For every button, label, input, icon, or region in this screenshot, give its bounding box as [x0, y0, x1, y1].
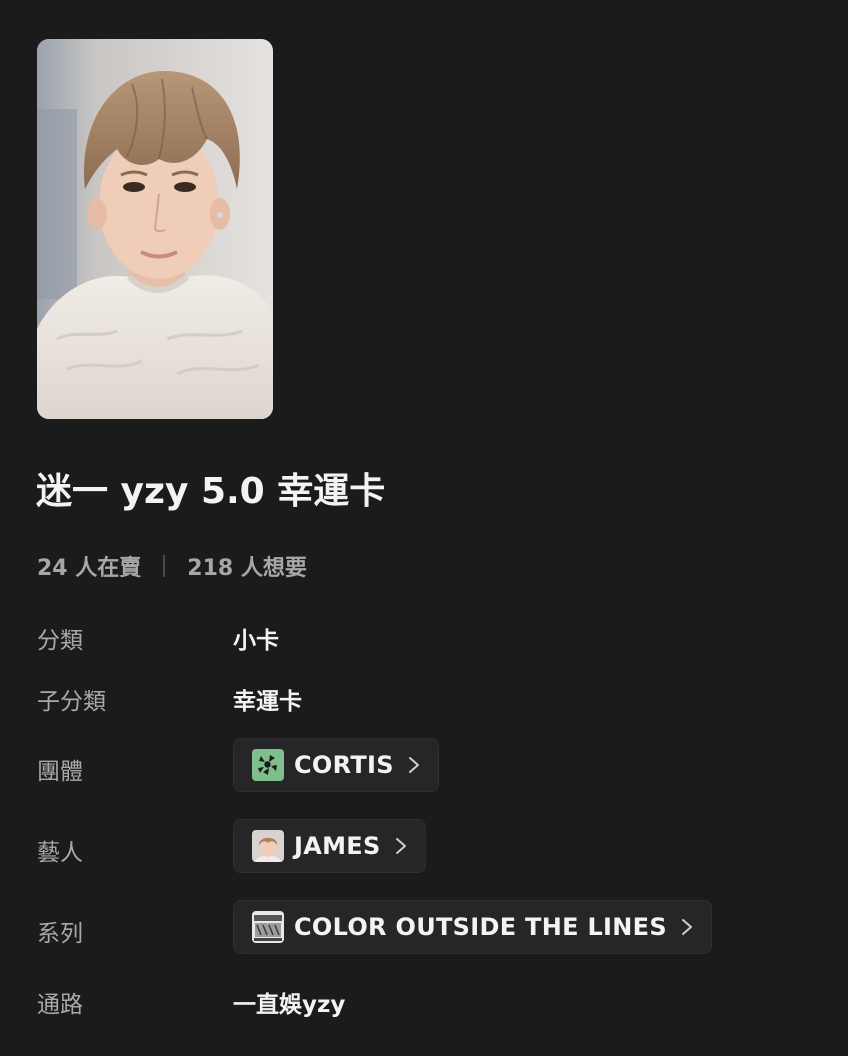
- chevron-right-icon: [679, 917, 695, 937]
- subcategory-value: 幸運卡: [233, 689, 302, 715]
- item-title: 迷一 yzy 5.0 幸運卡: [36, 471, 386, 512]
- artist-avatar: [252, 830, 284, 862]
- stats-divider: [163, 555, 166, 577]
- group-label: 團體: [37, 759, 83, 785]
- artist-label: 藝人: [37, 840, 83, 866]
- series-chip[interactable]: COLOR OUTSIDE THE LINES: [233, 900, 712, 954]
- subcategory-label: 子分類: [37, 689, 106, 715]
- series-label: 系列: [37, 921, 83, 947]
- selling-count: 24 人在賣: [37, 556, 142, 581]
- channel-label: 通路: [37, 992, 83, 1018]
- channel-value: 一直娛yzy: [233, 992, 346, 1018]
- group-logo-icon: [252, 749, 284, 781]
- artist-chip[interactable]: JAMES: [233, 819, 426, 873]
- photocard-image[interactable]: [37, 39, 273, 419]
- chevron-right-icon: [406, 755, 422, 775]
- category-value: 小卡: [233, 628, 279, 654]
- album-cover-icon: [252, 911, 284, 943]
- category-label: 分類: [37, 628, 83, 654]
- artist-name: JAMES: [294, 832, 381, 860]
- wanting-count: 218 人想要: [187, 556, 307, 581]
- photocard-portrait: [37, 39, 273, 419]
- group-chip[interactable]: CORTIS: [233, 738, 439, 792]
- chevron-right-icon: [393, 836, 409, 856]
- group-name: CORTIS: [294, 751, 394, 779]
- item-stats: 24 人在賣 218 人想要: [37, 551, 307, 581]
- series-name: COLOR OUTSIDE THE LINES: [294, 913, 667, 941]
